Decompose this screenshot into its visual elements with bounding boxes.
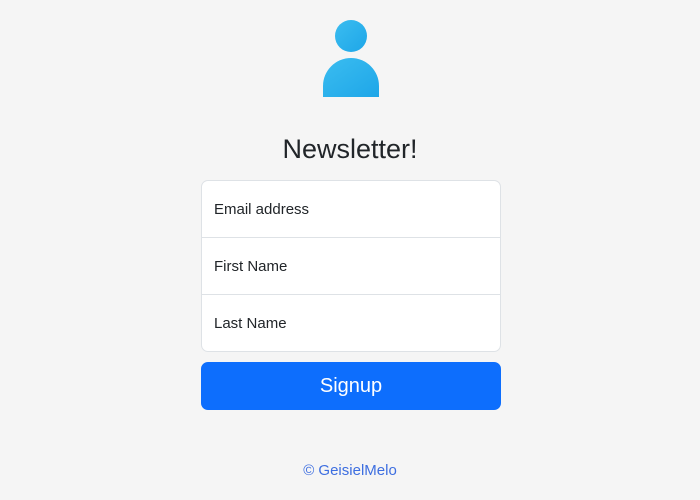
user-icon bbox=[323, 20, 379, 97]
signup-page: Newsletter! Signup © GeisielMelo bbox=[0, 0, 700, 500]
first-name-field[interactable] bbox=[201, 237, 501, 295]
newsletter-form: Signup bbox=[201, 180, 501, 410]
page-title: Newsletter! bbox=[282, 134, 418, 164]
signup-button[interactable]: Signup bbox=[201, 362, 501, 410]
last-name-field[interactable] bbox=[201, 294, 501, 352]
email-field[interactable] bbox=[201, 180, 501, 238]
footer-credit: © GeisielMelo bbox=[303, 462, 397, 479]
